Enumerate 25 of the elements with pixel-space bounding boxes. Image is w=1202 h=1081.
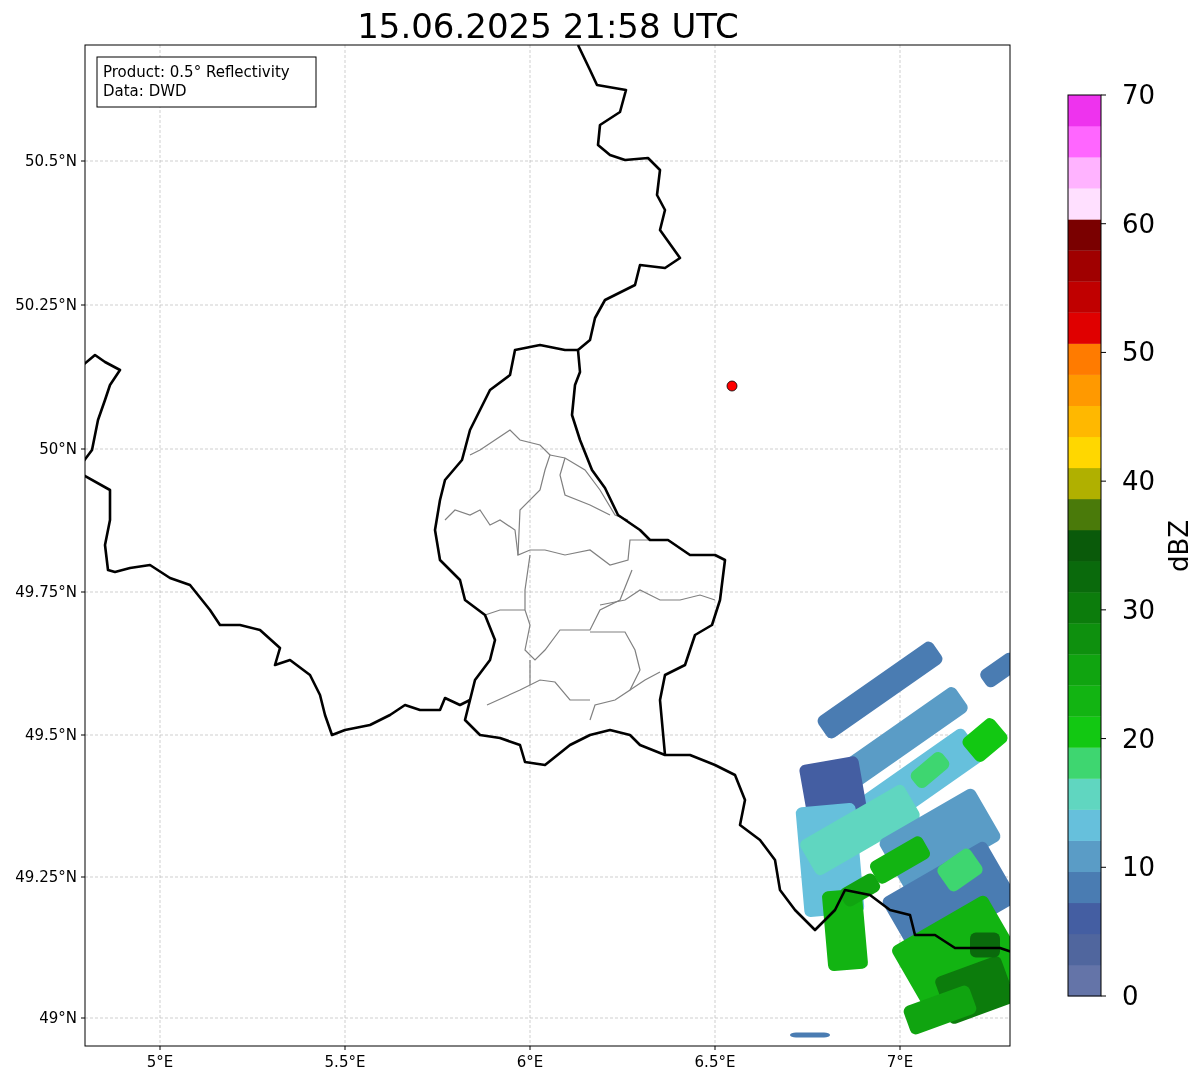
tick-label: 6°E [516, 1053, 544, 1071]
radar-site-marker [726, 380, 738, 392]
colorbar-tick-label: 0 [1122, 981, 1139, 1011]
colorbar-tick-label: 20 [1122, 723, 1156, 754]
info-text: Data: DWD [103, 82, 187, 100]
tick-label: 49.75°N [15, 583, 77, 601]
tick-label: 50.5°N [24, 152, 77, 170]
colorbar-tick-label: 60 [1122, 208, 1156, 239]
chart-title: 15.06.2025 21:58 UTC [357, 6, 739, 46]
tick-label: 50°N [39, 440, 77, 458]
tick-label: 49.5°N [24, 726, 77, 744]
tick-label: 49°N [39, 1009, 77, 1027]
tick-label: 7°E [886, 1053, 914, 1071]
colorbar-tick-label: 30 [1122, 594, 1156, 625]
colorbar-tick-label: 70 [1122, 80, 1156, 110]
info-text: Product: 0.5° Reflectivity [103, 63, 290, 81]
tick-label: 5.5°E [324, 1053, 366, 1071]
tick-label: 5°E [146, 1053, 174, 1071]
colorbar-tick-label: 50 [1122, 337, 1156, 368]
colorbar-tick-label: 10 [1122, 852, 1156, 883]
tick-label: 50.25°N [15, 296, 77, 314]
tick-label: 6.5°E [694, 1053, 736, 1071]
colorbar-label: dBZ [1164, 519, 1194, 573]
colorbar-tick-label: 40 [1122, 466, 1156, 497]
tick-label: 49.25°N [15, 868, 77, 886]
